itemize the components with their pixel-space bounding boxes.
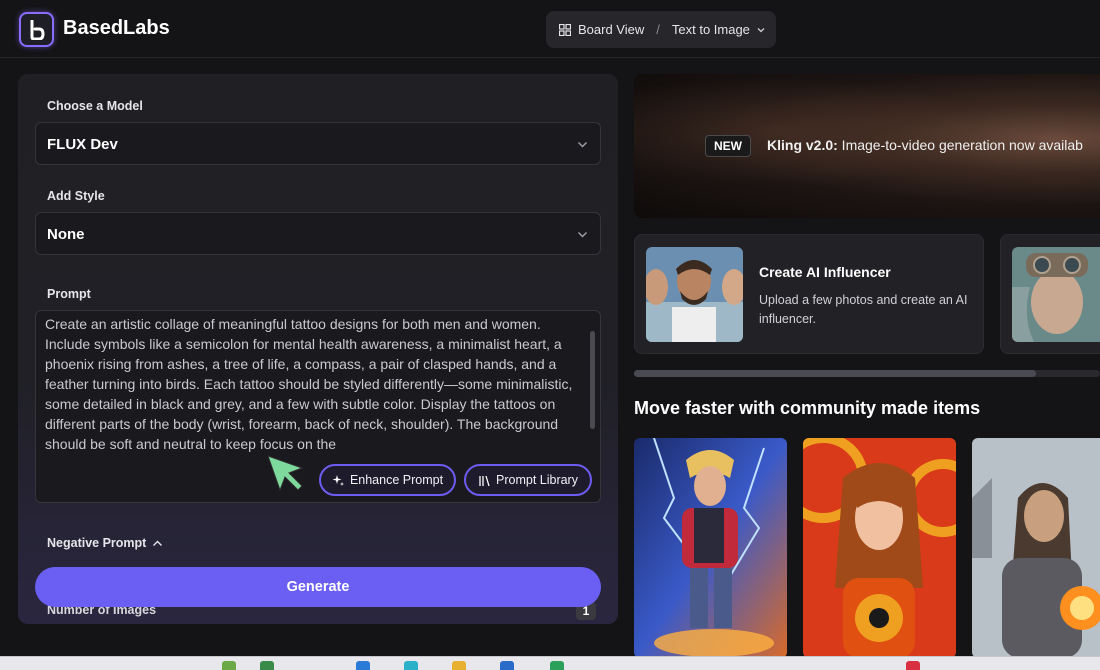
prompt-textarea[interactable]: Create an artistic collage of meaningful… [35,310,601,503]
influencer-thumbnail-image [646,247,743,342]
announcement-banner[interactable]: NEW Kling v2.0: Image-to-video generatio… [634,74,1100,218]
negative-prompt-toggle[interactable]: Negative Prompt [47,536,163,550]
community-item-3[interactable] [972,438,1100,658]
model-label: Choose a Model [47,99,143,113]
prompt-scrollbar[interactable] [590,315,596,450]
taskbar-app-icon[interactable] [222,661,236,670]
brand-name[interactable]: BasedLabs [63,17,170,40]
chevron-down-icon [578,232,587,238]
taskbar-app-icon[interactable] [550,661,564,670]
community-item-2[interactable] [803,438,956,658]
influencer-faces-image [646,247,743,342]
create-ai-influencer-card[interactable]: Create AI Influencer Upload a few photos… [634,234,984,354]
chevron-up-icon [153,540,163,546]
prompt-library-button[interactable]: Prompt Library [464,464,592,496]
taskbar-app-icon[interactable] [452,661,466,670]
library-icon [479,475,490,486]
cards-scrollbar[interactable] [634,370,1100,377]
community-section-title: Move faster with community made items [634,398,981,418]
generation-panel: Choose a Model FLUX Dev Add Style None P… [18,74,618,624]
negative-prompt-label: Negative Prompt [47,536,147,550]
taskbar-app-icon[interactable] [356,661,370,670]
chevron-down-icon [578,142,587,148]
board-view-link[interactable]: Board View [578,22,644,37]
logo-glyph-icon [30,20,45,40]
basedlabs-logo-icon[interactable] [19,12,54,47]
grid-icon [559,23,571,36]
style-label: Add Style [47,189,105,203]
model-select-value: FLUX Dev [47,136,118,153]
banner-title: Kling v2.0: [767,137,838,153]
feature-thumbnail-image [1012,247,1100,342]
banner-text: Kling v2.0: Image-to-video generation no… [767,137,1083,153]
enhance-prompt-label: Enhance Prompt [349,473,444,487]
style-select[interactable]: None [35,212,601,255]
card-description: Upload a few photos and create an AI inf… [759,293,968,326]
gallery-image-1 [634,438,787,658]
breadcrumb: Board View / Text to Image [546,11,776,48]
sparkle-icon [332,474,344,486]
enhance-prompt-button[interactable]: Enhance Prompt [319,464,456,496]
cards-scrollbar-thumb[interactable] [634,370,1036,377]
banner-description: Image-to-video generation now availab [837,137,1083,153]
model-select[interactable]: FLUX Dev [35,122,601,165]
text-to-image-dropdown[interactable]: Text to Image [672,22,750,37]
prompt-text[interactable]: Create an artistic collage of meaningful… [45,314,585,452]
new-badge: NEW [705,135,751,157]
community-item-1[interactable] [634,438,787,658]
feature-card-2[interactable] [1000,234,1100,354]
chevron-down-icon[interactable] [756,25,766,35]
taskbar-app-icon[interactable] [404,661,418,670]
prompt-label: Prompt [47,287,91,301]
cyber-woman-image [1012,247,1100,342]
generate-button[interactable]: Generate [35,567,601,607]
taskbar-app-icon[interactable] [500,661,514,670]
prompt-library-label: Prompt Library [496,473,578,487]
os-taskbar [0,656,1100,670]
mouse-cursor-icon [267,455,304,492]
taskbar-notification-icon[interactable] [906,661,920,670]
top-header: BasedLabs Board View / Text to Image [0,0,1100,58]
card-title: Create AI Influencer [759,264,891,280]
taskbar-app-icon[interactable] [260,661,274,670]
prompt-scrollbar-thumb[interactable] [590,331,595,429]
breadcrumb-separator: / [656,22,660,37]
gallery-image-3 [972,438,1100,658]
gallery-image-2 [803,438,956,658]
style-select-value: None [47,226,85,243]
